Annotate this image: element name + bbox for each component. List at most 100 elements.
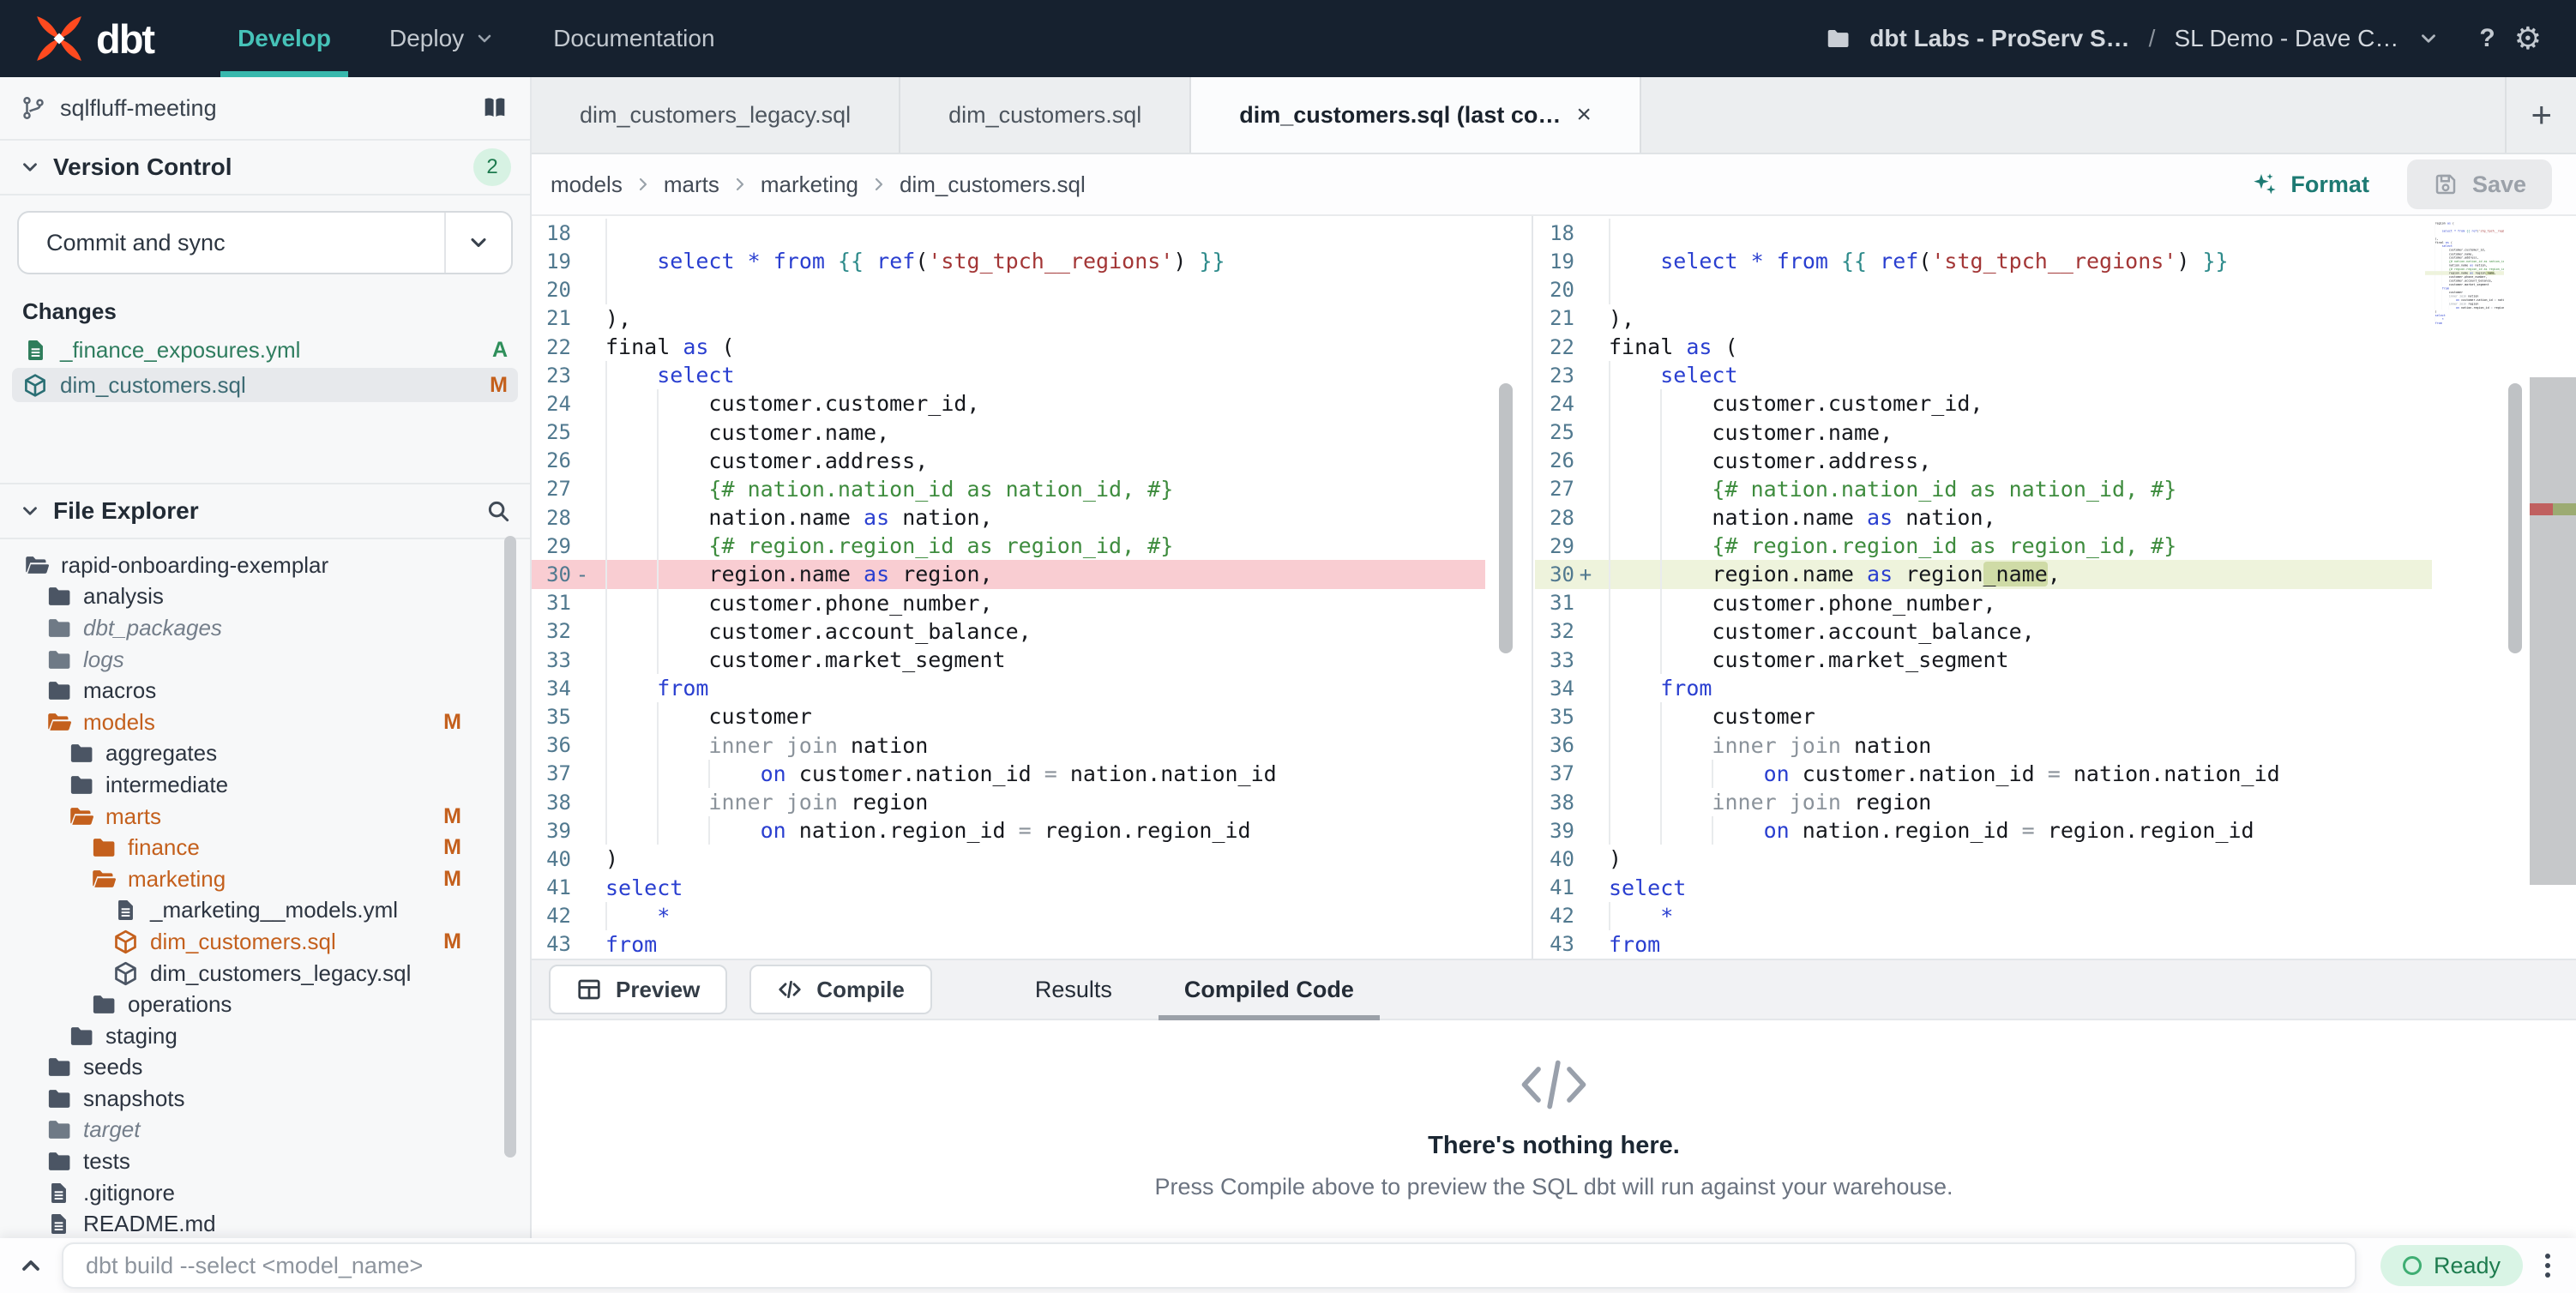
tree-item-finance[interactable]: financeM xyxy=(0,832,530,863)
code-text: from xyxy=(593,930,1485,959)
editor-tab-0[interactable]: dim_customers_legacy.sql xyxy=(532,77,900,153)
indent-guide xyxy=(1712,760,1713,788)
tab-results[interactable]: Results xyxy=(1009,960,1138,1019)
chevron-up-icon[interactable] xyxy=(0,1252,62,1279)
folder-icon xyxy=(45,1148,72,1175)
line-number: 43 xyxy=(532,932,571,956)
nav-item-develop[interactable]: Develop xyxy=(208,0,360,77)
top-navbar: dbt DevelopDeployDocumentation dbt Labs … xyxy=(0,0,2576,77)
save-button[interactable]: Save xyxy=(2407,159,2552,209)
close-icon[interactable]: × xyxy=(1576,100,1592,129)
tree-item-target[interactable]: target xyxy=(0,1115,530,1146)
ruler-deleted-mark xyxy=(2530,503,2553,515)
code-text xyxy=(593,219,1485,247)
code-text: ), xyxy=(593,304,1485,333)
editor-tab-1[interactable]: dim_customers.sql xyxy=(900,77,1191,153)
diff-editor: 17region as (18 19 select * from {{ ref(… xyxy=(532,216,2576,959)
right-scrollbar[interactable] xyxy=(2508,383,2522,653)
preview-button[interactable]: Preview xyxy=(549,965,727,1014)
code-token: {# region.region_id as region_id, #} xyxy=(708,533,1173,558)
code-line: 43 from xyxy=(532,930,1485,959)
tree-item-rapid-onboarding-exemplar[interactable]: rapid-onboarding-exemplar xyxy=(0,550,530,581)
tree-item-tests[interactable]: tests xyxy=(0,1146,530,1177)
new-tab-button[interactable]: + xyxy=(2505,77,2576,153)
git-branch-row[interactable]: sqlfluff-meeting xyxy=(0,77,530,141)
diff-panel-original[interactable]: 17region as (18 19 select * from {{ ref(… xyxy=(532,216,1533,959)
dbt-logo[interactable]: dbt xyxy=(33,12,153,65)
breadcrumb-item[interactable]: marts xyxy=(664,171,719,198)
code-text: customer.name, xyxy=(1597,418,2432,447)
line-number: 23 xyxy=(1535,364,1574,388)
nav-item-deploy[interactable]: Deploy xyxy=(360,0,524,77)
minimap[interactable]: 17region as (18 19 select * from {{ ref(… xyxy=(2425,221,2504,530)
code-token: 'stg_tpch__regions' xyxy=(1931,249,2176,274)
gear-icon[interactable]: ⚙ xyxy=(2514,21,2542,57)
command-input[interactable] xyxy=(62,1242,2356,1289)
code-line: 38 inner join region xyxy=(532,788,1485,816)
tree-item--gitignore[interactable]: .gitignore xyxy=(0,1177,530,1209)
kebab-menu-icon[interactable] xyxy=(2545,1254,2550,1278)
code-token: nation.region_id xyxy=(786,818,1019,843)
compile-button[interactable]: Compile xyxy=(749,965,932,1014)
change-file-name: _finance_exposures.yml xyxy=(60,337,300,364)
tree-item-staging[interactable]: staging xyxy=(0,1020,530,1052)
breadcrumb-item[interactable]: models xyxy=(551,171,623,198)
account-name[interactable]: dbt Labs - ProServ S… xyxy=(1869,25,2129,52)
code-text: final as ( xyxy=(1597,333,2432,361)
code-token xyxy=(1609,220,1660,245)
main-area: dim_customers_legacy.sqldim_customers.sq… xyxy=(532,77,2576,1238)
code-line: 18 xyxy=(532,219,1485,247)
format-button[interactable]: Format xyxy=(2251,171,2369,198)
line-number: 20 xyxy=(532,278,571,302)
tree-item-macros[interactable]: macros xyxy=(0,675,530,707)
search-icon[interactable] xyxy=(485,498,511,524)
line-number: 18 xyxy=(532,221,571,245)
file-explorer-header[interactable]: File Explorer xyxy=(0,483,530,539)
tree-item-operations[interactable]: operations xyxy=(0,989,530,1020)
commit-options-caret[interactable] xyxy=(444,213,511,273)
nav-menus: DevelopDeployDocumentation xyxy=(208,0,743,77)
code-line: 25 customer.name, xyxy=(1535,418,2432,447)
diff-overview-ruler[interactable] xyxy=(2530,216,2576,959)
tree-item--marketing-models-yml[interactable]: _marketing__models.yml xyxy=(0,895,530,927)
indent-guide xyxy=(657,560,659,588)
docs-book-icon[interactable] xyxy=(480,93,509,123)
commit-and-sync-button[interactable]: Commit and sync xyxy=(17,211,513,274)
code-line: 30- region.name as region, xyxy=(532,560,1485,588)
tree-item-logs[interactable]: logs xyxy=(0,644,530,676)
version-control-header[interactable]: Version Control 2 xyxy=(0,141,530,195)
tree-item-analysis[interactable]: analysis xyxy=(0,581,530,613)
tree-item-dim-customers-legacy-sql[interactable]: dim_customers_legacy.sql xyxy=(0,958,530,989)
editor-tab-2[interactable]: dim_customers.sql (last co…× xyxy=(1191,77,1641,153)
line-number: 40 xyxy=(1535,847,1574,871)
tree-item-dbt-packages[interactable]: dbt_packages xyxy=(0,612,530,644)
chevron-down-icon[interactable] xyxy=(2417,27,2440,50)
tree-item-seeds[interactable]: seeds xyxy=(0,1052,530,1084)
tree-item-snapshots[interactable]: snapshots xyxy=(0,1083,530,1115)
tree-item-readme-md[interactable]: README.md xyxy=(0,1208,530,1238)
left-scrollbar[interactable] xyxy=(1499,383,1513,653)
tab-compiled-code[interactable]: Compiled Code xyxy=(1159,960,1380,1019)
tree-item-marts[interactable]: martsM xyxy=(0,801,530,833)
line-number: 34 xyxy=(532,677,571,701)
change-row[interactable]: _finance_exposures.ymlA xyxy=(12,333,518,367)
file-tree-scrollbar[interactable] xyxy=(504,536,516,1158)
line-number: 39 xyxy=(1535,819,1574,843)
code-token: customer xyxy=(605,704,812,729)
tree-item-aggregates[interactable]: aggregates xyxy=(0,738,530,770)
nav-item-documentation[interactable]: Documentation xyxy=(524,0,743,77)
code-text: customer.phone_number, xyxy=(593,589,1485,617)
breadcrumb-item[interactable]: dim_customers.sql xyxy=(900,171,1086,198)
project-selector[interactable]: SL Demo - Dave C… xyxy=(2174,25,2398,52)
help-icon[interactable]: ? xyxy=(2479,24,2495,53)
diff-panel-modified[interactable]: 17region as (18 19 select * from {{ ref(… xyxy=(1535,216,2576,959)
change-row[interactable]: dim_customers.sqlM xyxy=(12,368,518,402)
breadcrumb-item[interactable]: marketing xyxy=(761,171,858,198)
indent-guide xyxy=(605,788,607,816)
tree-item-marketing[interactable]: marketingM xyxy=(0,863,530,895)
tree-item-models[interactable]: modelsM xyxy=(0,707,530,738)
code-token: customer.name, xyxy=(1609,420,1893,445)
tree-item-dim-customers-sql[interactable]: dim_customers.sqlM xyxy=(0,926,530,958)
code-line: 38 inner join region xyxy=(1535,788,2432,816)
tree-item-intermediate[interactable]: intermediate xyxy=(0,769,530,801)
